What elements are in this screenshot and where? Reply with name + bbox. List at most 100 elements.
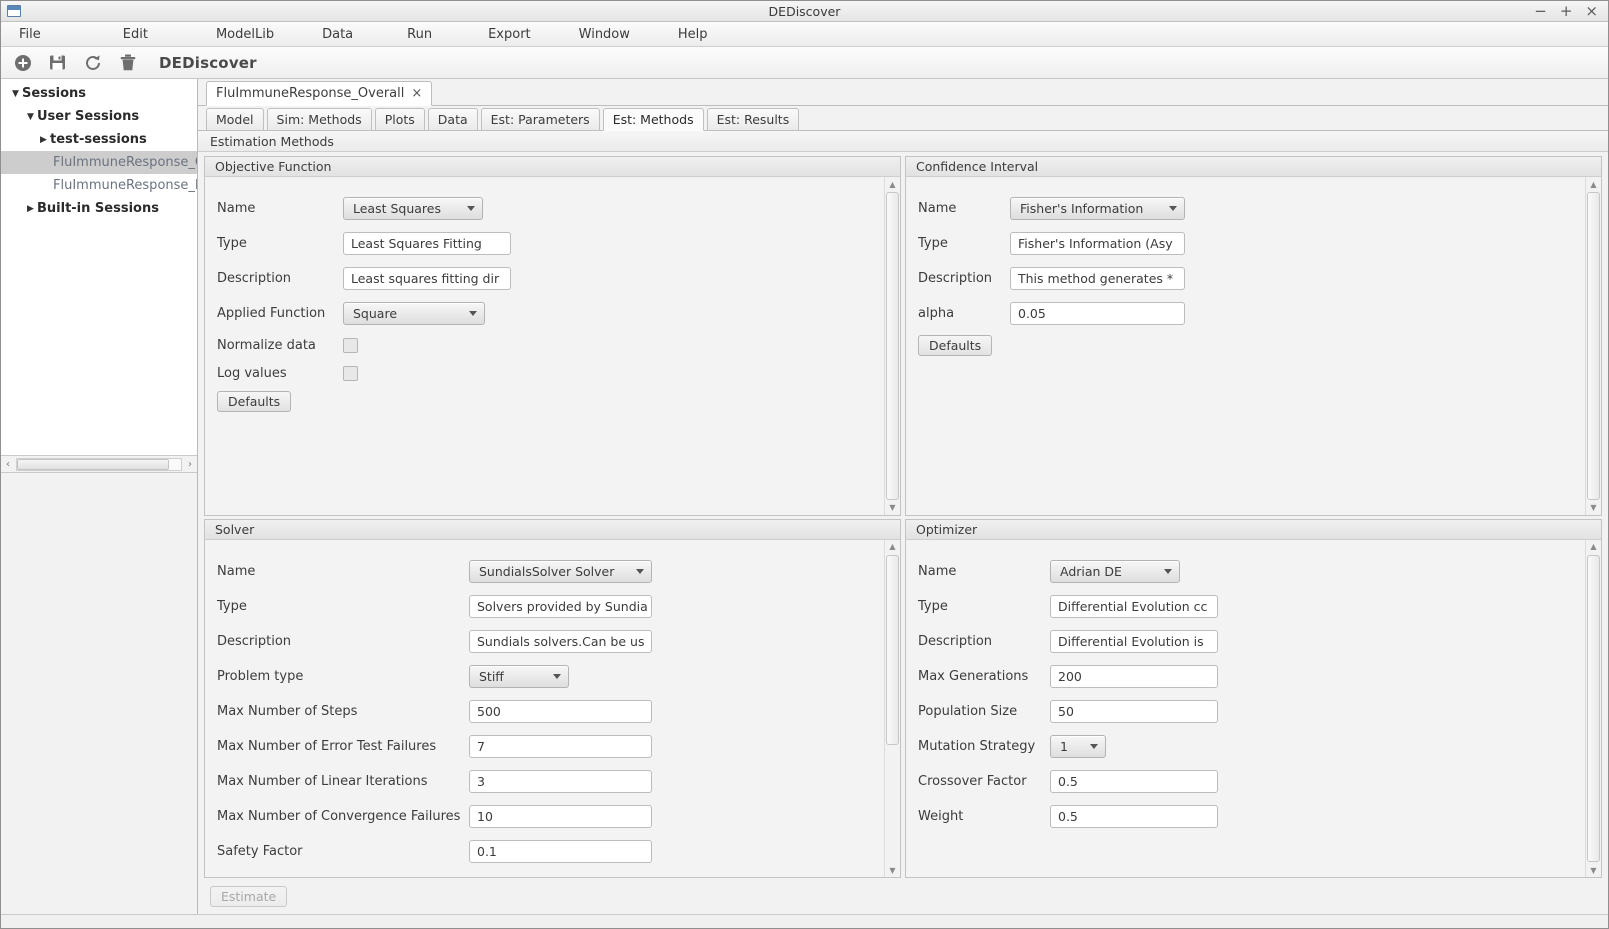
refresh-icon[interactable] [83,53,102,72]
tree-item-test-sessions[interactable]: ▶ test-sessions [1,128,197,151]
document-tab-fluimmuneresponse-overall[interactable]: FluImmuneResponse_Overall × [206,81,433,106]
scroll-track[interactable] [1587,554,1600,862]
close-icon[interactable]: × [411,86,422,101]
objective-name-combo[interactable]: Least Squares [343,197,483,220]
ci-description-field[interactable]: This method generates * [1010,267,1185,290]
max-generations-field[interactable]: 200 [1050,664,1218,688]
max-error-test-failures-field[interactable]: 7 [469,734,652,758]
objective-defaults-button[interactable]: Defaults [217,390,292,412]
scroll-track[interactable] [16,457,182,471]
solver-type-field[interactable]: Solvers provided by Sundia [469,594,652,618]
menu-item-help[interactable]: Help [668,24,718,45]
optimizer-description-field[interactable]: Differential Evolution is [1050,629,1218,653]
scroll-thumb[interactable] [886,192,899,500]
objective-type-field[interactable]: Least Squares Fitting [343,232,511,255]
solver-description-field[interactable]: Sundials solvers.Can be us [469,629,652,653]
optimizer-vertical-scrollbar[interactable]: ▲ ▼ [1585,539,1601,877]
problem-type-combo[interactable]: Stiff [469,664,569,688]
weight-field[interactable]: 0.5 [1050,804,1218,828]
tab-data[interactable]: Data [427,108,478,131]
objective-vertical-scrollbar[interactable]: ▲ ▼ [884,177,900,515]
chevron-down-icon[interactable]: ▼ [9,89,22,99]
menu-item-run[interactable]: Run [397,24,442,45]
tree-item-sessions[interactable]: ▼ Sessions [1,82,197,105]
tab-est-methods[interactable]: Est: Methods [602,108,704,131]
chevron-right-icon[interactable]: ▶ [37,135,50,145]
tree-item-fluimmuneresponse-e[interactable]: FluImmuneResponse_E [1,174,197,197]
max-number-of-steps-field[interactable]: 500 [469,699,652,723]
log-values-checkbox[interactable] [343,366,358,381]
mutation-strategy-combo[interactable]: 1 [1050,734,1106,758]
panel-title: Confidence Interval [906,157,1601,177]
session-tree[interactable]: ▼ Sessions ▼ User Sessions ▶ test-sessio… [1,79,197,456]
tab-model[interactable]: Model [206,108,264,131]
save-icon[interactable] [48,53,67,72]
chevron-down-icon[interactable] [467,206,475,211]
scroll-thumb[interactable] [1587,192,1600,500]
menu-item-file[interactable]: File [9,24,51,45]
scroll-track[interactable] [886,554,899,863]
chevron-down-icon[interactable] [1090,743,1098,749]
menu-item-data[interactable]: Data [312,24,363,45]
scroll-down-icon[interactable]: ▼ [885,501,900,515]
crossover-factor-field[interactable]: 0.5 [1050,769,1218,793]
ci-alpha-field[interactable]: 0.05 [1010,302,1185,325]
tree-item-builtin-sessions[interactable]: ▶ Built-in Sessions [1,197,197,220]
chevron-down-icon[interactable] [636,568,644,574]
tab-est-parameters[interactable]: Est: Parameters [480,108,600,131]
menu-item-export[interactable]: Export [478,24,541,45]
ci-defaults-button[interactable]: Defaults [918,334,993,356]
close-icon[interactable]: × [1585,3,1598,19]
normalize-data-checkbox[interactable] [343,338,358,353]
solver-vertical-scrollbar[interactable]: ▲ ▼ [884,539,900,877]
menu-item-modellib[interactable]: ModelLib [206,24,284,45]
tab-sim-methods[interactable]: Sim: Methods [266,108,372,131]
tab-plots[interactable]: Plots [374,108,425,131]
scroll-down-icon[interactable]: ▼ [1586,501,1601,515]
estimate-button[interactable]: Estimate [210,885,288,907]
scroll-left-icon[interactable]: ‹ [1,459,15,470]
objective-description-field[interactable]: Least squares fitting dir [343,267,511,290]
ci-vertical-scrollbar[interactable]: ▲ ▼ [1585,177,1601,515]
ci-type-field[interactable]: Fisher's Information (Asy [1010,232,1185,255]
max-convergence-failures-field[interactable]: 10 [469,804,652,828]
chevron-down-icon[interactable] [1169,206,1177,211]
scroll-track[interactable] [1587,192,1600,500]
maximize-icon[interactable]: + [1560,3,1573,19]
add-icon[interactable] [13,53,32,72]
max-linear-iterations-field[interactable]: 3 [469,769,652,793]
sidebar-horizontal-scrollbar[interactable]: ‹ › [1,456,197,473]
scroll-up-icon[interactable]: ▲ [885,540,900,554]
scroll-up-icon[interactable]: ▲ [885,177,900,191]
optimizer-type-field[interactable]: Differential Evolution cc [1050,594,1218,618]
chevron-right-icon[interactable]: ▶ [24,204,37,214]
delete-icon[interactable] [118,53,137,72]
solver-name-combo[interactable]: SundialsSolver Solver [469,559,652,583]
chevron-down-icon[interactable] [553,673,561,679]
tree-item-fluimmuneresponse-overall[interactable]: FluImmuneResponse_O [1,151,197,174]
scroll-down-icon[interactable]: ▼ [885,863,900,877]
ci-name-combo[interactable]: Fisher's Information [1010,197,1185,220]
menu-item-window[interactable]: Window [569,24,640,45]
tab-est-results[interactable]: Est: Results [706,108,800,131]
minimize-icon[interactable]: − [1534,3,1547,19]
panel-body: Name Adrian DE Type Differential Evoluti… [906,539,1601,877]
chevron-down-icon[interactable] [1164,568,1172,574]
population-size-field[interactable]: 50 [1050,699,1218,723]
combo-value: 1 [1060,738,1068,754]
scroll-down-icon[interactable]: ▼ [1586,863,1601,877]
scroll-thumb[interactable] [886,554,899,746]
scroll-up-icon[interactable]: ▲ [1586,540,1601,554]
optimizer-name-combo[interactable]: Adrian DE [1050,559,1180,583]
chevron-down-icon[interactable]: ▼ [24,112,37,122]
applied-function-combo[interactable]: Square [343,302,485,325]
tree-item-user-sessions[interactable]: ▼ User Sessions [1,105,197,128]
scroll-thumb[interactable] [17,458,169,470]
scroll-thumb[interactable] [1587,554,1600,862]
scroll-track[interactable] [886,192,899,500]
safety-factor-field[interactable]: 0.1 [469,839,652,863]
menu-item-edit[interactable]: Edit [113,24,158,45]
scroll-right-icon[interactable]: › [183,459,197,470]
chevron-down-icon[interactable] [469,311,477,316]
scroll-up-icon[interactable]: ▲ [1586,177,1601,191]
